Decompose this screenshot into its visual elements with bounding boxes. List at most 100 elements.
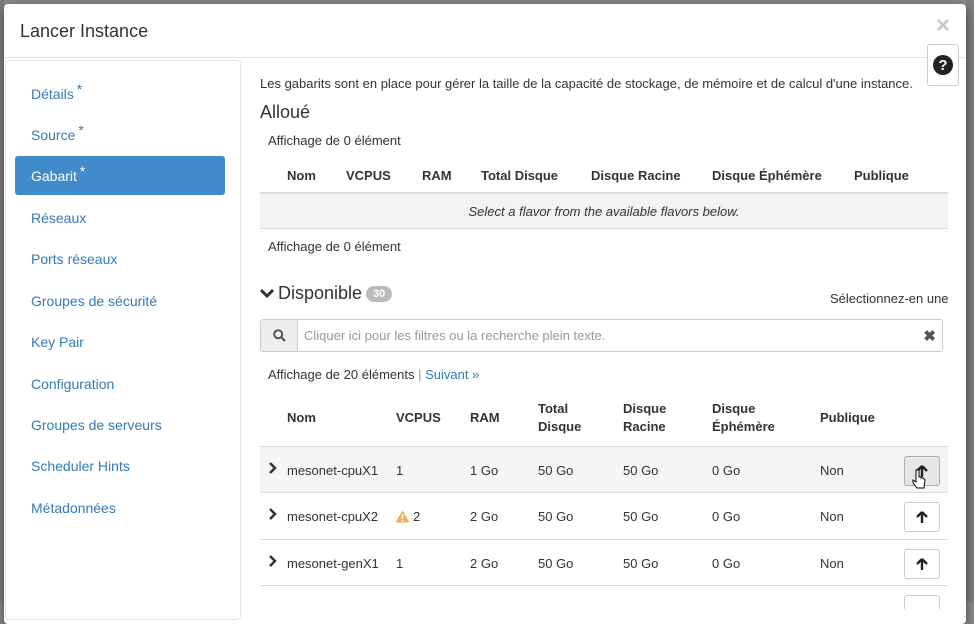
sidebar-item-key-pair[interactable]: Key Pair [15, 323, 225, 362]
sidebar-item-label: Gabarit [31, 168, 77, 184]
flavor-root-disk: 50 Go [623, 556, 659, 571]
column-header-root-disk[interactable]: Disque Racine [591, 167, 681, 185]
mouse-cursor-icon [912, 469, 926, 489]
flavor-name: mesonet-genX1 [287, 556, 379, 571]
header-line: Total [538, 401, 569, 416]
flavor-ephemeral-disk: 0 Go [712, 463, 741, 478]
flavor-ram: 2 Go [470, 509, 499, 524]
flavor-public: Non [820, 509, 844, 524]
background-page-right [966, 0, 974, 603]
sidebar-item-networks[interactable]: Réseaux [15, 199, 225, 238]
question-icon: ? [933, 55, 953, 75]
sidebar-item-security-groups[interactable]: Groupes de sécurité [15, 282, 225, 321]
available-count-badge: 30 [366, 286, 393, 302]
flavor-public: Non [820, 463, 844, 478]
available-count-line: Affichage de 20 éléments | Suivant » [268, 367, 479, 382]
table-row[interactable]: mesonet-cpuX1 1 1 Go 50 Go 50 Go 0 Go No… [260, 446, 948, 492]
column-header-name[interactable]: Nom [287, 409, 316, 427]
header-line: Disque [623, 401, 667, 416]
clear-search-icon[interactable]: ✖ [923, 327, 936, 345]
sidebar-item-flavor[interactable]: Gabarit * [15, 156, 225, 195]
column-header-public[interactable]: Publique [820, 409, 875, 427]
required-marker: * [76, 81, 83, 97]
flavor-total-disk: 50 Go [538, 463, 574, 478]
allocate-button[interactable] [904, 549, 940, 579]
flavor-name: mesonet-cpuX1 [287, 463, 379, 478]
search-bar[interactable]: ✖ [260, 319, 943, 352]
search-addon [261, 320, 298, 351]
sidebar-item-source[interactable]: Source * [15, 116, 225, 155]
select-hint: Sélectionnez-en une [830, 291, 949, 306]
allocate-button[interactable] [904, 502, 940, 532]
flavor-vcpus: 2 [413, 509, 421, 524]
allocated-count-bottom: Affichage de 0 élément [268, 239, 401, 254]
column-header-public[interactable]: Publique [854, 167, 909, 185]
chevron-right-icon[interactable] [268, 554, 278, 568]
required-marker: * [79, 163, 86, 179]
column-header-total-disk[interactable]: Total Disque [481, 167, 558, 185]
header-line: Racine [623, 419, 666, 434]
flavor-total-disk: 50 Go [538, 509, 574, 524]
next-page-link[interactable]: Suivant » [425, 367, 479, 382]
allocated-empty-row: Select a flavor from the available flavo… [260, 194, 948, 229]
warning-icon [395, 510, 410, 523]
allocate-button[interactable] [904, 595, 940, 609]
flavor-name: mesonet-cpuX2 [287, 509, 379, 524]
flavor-vcpus: 1 [396, 463, 404, 478]
table-row[interactable]: mesonet-genX1 1 2 Go 50 Go 50 Go 0 Go No… [260, 539, 948, 585]
column-header-ephemeral-disk[interactable]: Disque Éphémère [712, 167, 822, 185]
sidebar-item-configuration[interactable]: Configuration [15, 365, 225, 404]
flavor-ram: 1 Go [470, 463, 499, 478]
column-header-ram[interactable]: RAM [422, 167, 452, 185]
sidebar-item-label: Réseaux [31, 210, 87, 226]
column-header-root-disk[interactable]: Disque Racine [623, 400, 666, 436]
sidebar-item-label: Source [31, 127, 76, 143]
required-marker: * [78, 122, 84, 138]
arrow-up-icon [916, 510, 928, 523]
flavor-total-disk: 50 Go [538, 556, 574, 571]
sidebar-item-label: Groupes de serveurs [31, 417, 162, 433]
flavor-vcpus: 1 [396, 556, 404, 571]
column-header-name[interactable]: Nom [287, 167, 316, 185]
separator: | [418, 367, 422, 382]
column-header-ram[interactable]: RAM [470, 409, 500, 427]
flavor-ephemeral-disk: 0 Go [712, 556, 741, 571]
column-header-vcpus[interactable]: VCPUS [346, 167, 391, 185]
sidebar-item-label: Métadonnées [31, 500, 116, 516]
header-line: Éphémère [712, 419, 775, 434]
sidebar-item-label: Key Pair [31, 334, 84, 350]
sidebar-item-label: Ports réseaux [31, 251, 118, 267]
column-header-total-disk[interactable]: Total Disque [538, 400, 581, 436]
header-line: Disque [712, 401, 756, 416]
help-button[interactable]: ? [927, 44, 959, 86]
close-icon[interactable]: × [936, 14, 950, 38]
sidebar-item-metadata[interactable]: Métadonnées [15, 489, 225, 528]
allocated-count-top: Affichage de 0 élément [268, 133, 401, 148]
chevron-right-icon[interactable] [268, 507, 278, 521]
chevron-down-icon [259, 288, 275, 299]
allocated-title: Alloué [260, 102, 311, 122]
flavor-description: Les gabarits sont en place pour gérer la… [260, 76, 913, 91]
chevron-right-icon[interactable] [268, 461, 278, 475]
available-toggle[interactable]: Disponible 30 [259, 283, 393, 304]
header-line: Disque [538, 419, 582, 434]
sidebar-item-scheduler-hints[interactable]: Scheduler Hints [15, 447, 225, 486]
flavor-root-disk: 50 Go [623, 509, 659, 524]
sidebar-item-label: Scheduler Hints [31, 458, 130, 474]
flavor-ephemeral-disk: 0 Go [712, 509, 741, 524]
sidebar-item-network-ports[interactable]: Ports réseaux [15, 240, 225, 279]
flavor-root-disk: 50 Go [623, 463, 659, 478]
modal-header: Lancer Instance × [4, 4, 966, 58]
search-input[interactable] [299, 320, 899, 351]
sidebar-item-label: Détails [31, 86, 74, 102]
search-icon [272, 329, 286, 342]
column-header-ephemeral-disk[interactable]: Disque Éphémère [712, 400, 775, 436]
sidebar-item-details[interactable]: Détails * [15, 75, 225, 114]
sidebar-item-label: Groupes de sécurité [31, 293, 158, 309]
sidebar-item-server-groups[interactable]: Groupes de serveurs [15, 406, 225, 445]
available-count: Affichage de 20 éléments [268, 367, 415, 382]
arrow-up-icon [916, 557, 928, 570]
table-row[interactable]: mesonet-cpuX2 2 2 Go 50 Go 50 Go 0 Go No… [260, 492, 948, 538]
column-header-vcpus[interactable]: VCPUS [396, 409, 441, 427]
table-row[interactable] [260, 585, 948, 609]
